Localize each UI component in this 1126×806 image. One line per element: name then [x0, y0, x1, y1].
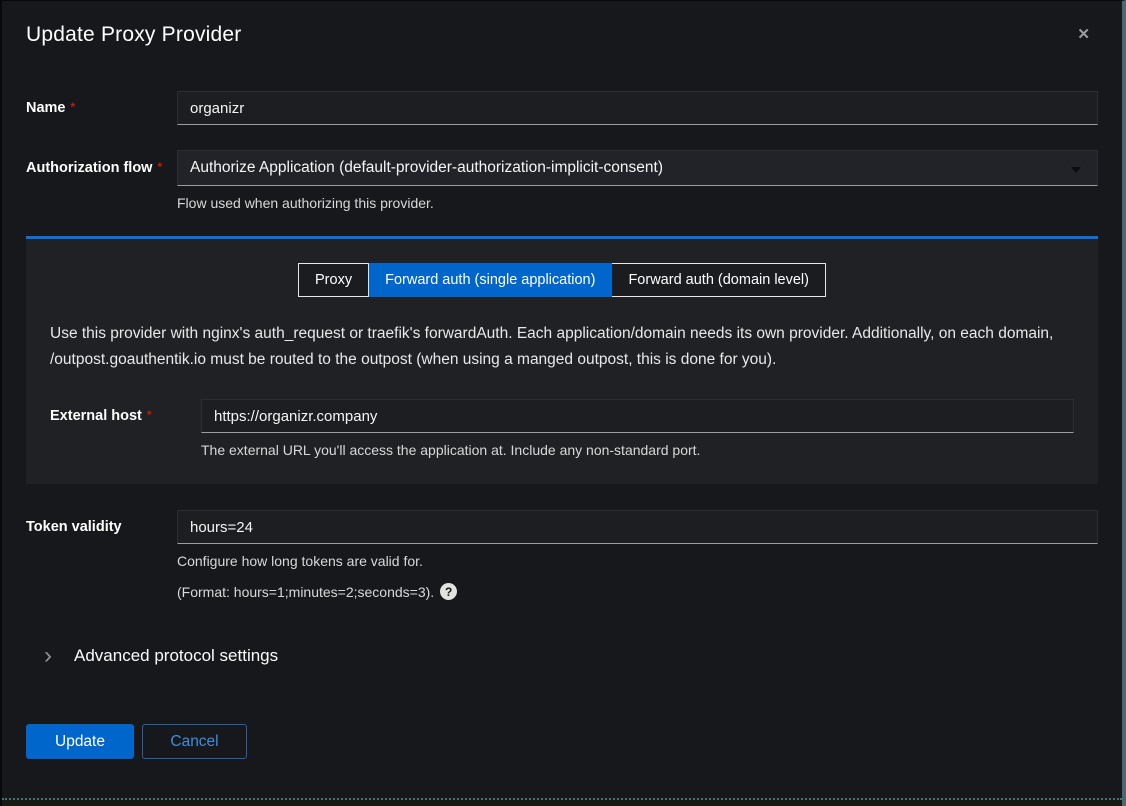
modal-footer: Update Cancel	[26, 724, 1098, 759]
token-validity-label: Token validity	[26, 519, 177, 535]
external-host-row: External host* The external URL you'll a…	[50, 399, 1074, 458]
authorization-flow-help: Flow used when authorizing this provider…	[177, 195, 1098, 211]
tab-forward-auth-single-application[interactable]: Forward auth (single application)	[369, 263, 612, 297]
question-circle-icon[interactable]: ?	[440, 583, 457, 600]
advanced-protocol-settings-label: Advanced protocol settings	[74, 646, 278, 666]
name-input[interactable]	[177, 91, 1098, 125]
authorization-flow-label: Authorization flow*	[26, 160, 177, 176]
tab-forward-auth-domain-level[interactable]: Forward auth (domain level)	[612, 263, 826, 297]
proxy-mode-toggle-group: Proxy Forward auth (single application) …	[50, 263, 1074, 297]
required-asterisk: *	[147, 408, 152, 422]
token-validity-help-line1: Configure how long tokens are valid for.	[177, 553, 1098, 569]
chevron-down-icon	[1071, 167, 1081, 173]
close-icon[interactable]: ✕	[1069, 23, 1098, 46]
token-validity-row: Token validity Configure how long tokens…	[26, 510, 1098, 600]
external-host-help: The external URL you'll access the appli…	[201, 442, 1074, 458]
cancel-button[interactable]: Cancel	[142, 724, 247, 759]
external-host-input[interactable]	[201, 399, 1074, 433]
token-validity-input[interactable]	[177, 510, 1098, 544]
mode-description: Use this provider with nginx's auth_requ…	[50, 321, 1074, 372]
update-button[interactable]: Update	[26, 724, 134, 759]
modal-header: Update Proxy Provider ✕	[26, 23, 1098, 47]
advanced-protocol-settings-expander[interactable]: › Advanced protocol settings	[44, 644, 1098, 668]
external-host-label: External host*	[50, 408, 201, 424]
required-asterisk: *	[71, 100, 76, 114]
chevron-right-icon: ›	[44, 644, 52, 668]
modal-body: Update Proxy Provider ✕ Name* Authorizat…	[2, 1, 1122, 806]
required-asterisk: *	[157, 160, 162, 174]
tab-proxy[interactable]: Proxy	[298, 263, 369, 297]
window-bottom-edge	[2, 798, 1122, 806]
authorization-flow-selected-value: Authorize Application (default-provider-…	[190, 159, 663, 177]
name-label: Name*	[26, 100, 177, 116]
authorization-flow-row: Authorization flow* Authorize Applicatio…	[26, 150, 1098, 211]
authorization-flow-select[interactable]: Authorize Application (default-provider-…	[177, 150, 1098, 186]
token-validity-help-line2: (Format: hours=1;minutes=2;seconds=3). ?	[177, 583, 1098, 600]
proxy-mode-card: Proxy Forward auth (single application) …	[26, 236, 1098, 484]
name-row: Name*	[26, 91, 1098, 125]
update-proxy-provider-modal: Update Proxy Provider ✕ Name* Authorizat…	[0, 0, 1126, 806]
page-title: Update Proxy Provider	[26, 23, 241, 47]
